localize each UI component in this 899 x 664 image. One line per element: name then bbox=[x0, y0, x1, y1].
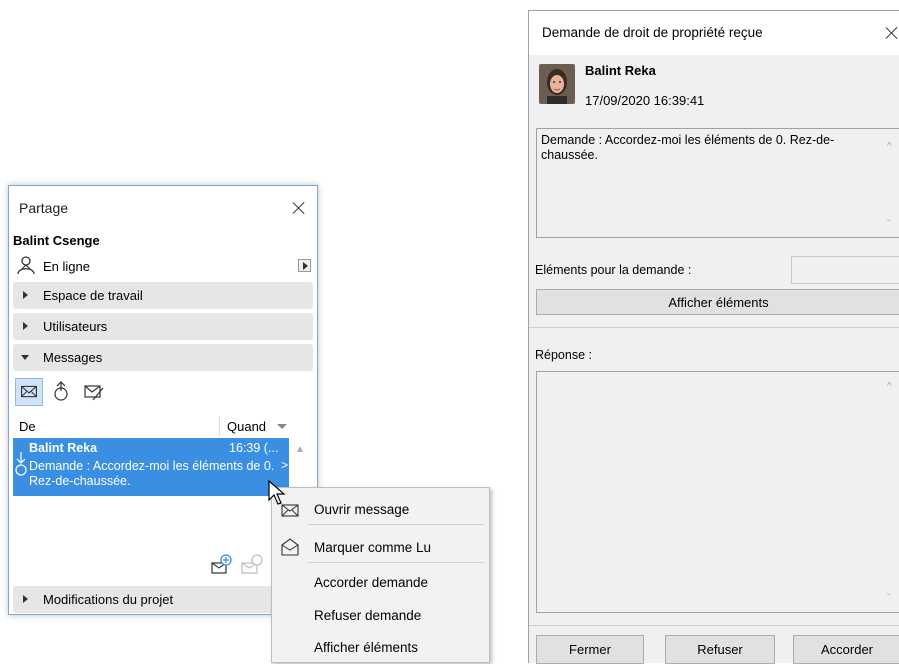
menu-item-open-message[interactable]: Ouvrir message bbox=[272, 494, 489, 524]
edit-message-icon[interactable] bbox=[79, 378, 107, 406]
menu-item-label: Ouvrir message bbox=[314, 502, 410, 517]
menu-item-label: Marquer comme Lu bbox=[314, 540, 432, 555]
menu-item-label: Afficher éléments bbox=[314, 640, 419, 655]
sender-name: Balint Reka bbox=[585, 63, 656, 78]
request-textbox: Demande : Accordez-moi les éléments de 0… bbox=[536, 128, 899, 238]
close-button[interactable]: Fermer bbox=[536, 635, 644, 664]
menu-separator bbox=[308, 562, 484, 563]
button-label: Fermer bbox=[569, 642, 611, 657]
section-label: Utilisateurs bbox=[43, 319, 108, 334]
expand-arrow-icon bbox=[23, 322, 28, 330]
scroll-down-icon[interactable]: ˇ bbox=[887, 593, 890, 604]
reply-label: Réponse : bbox=[535, 348, 592, 362]
collapse-arrow-icon bbox=[21, 355, 29, 360]
status-row: En ligne bbox=[13, 254, 313, 278]
divider bbox=[529, 327, 899, 328]
message-context-menu: Ouvrir message Marquer comme Lu Accorder… bbox=[271, 487, 490, 663]
grant-button[interactable]: Accorder bbox=[793, 635, 899, 664]
scroll-up-icon[interactable]: ^ bbox=[887, 141, 892, 152]
ownership-request-dialog: Demande de droit de propriété reçue Bali… bbox=[528, 10, 899, 664]
section-workspace[interactable]: Espace de travail bbox=[13, 282, 313, 309]
menu-item-grant-request[interactable]: Accorder demande bbox=[272, 567, 489, 597]
elements-dropdown[interactable] bbox=[791, 256, 899, 284]
sort-down-icon[interactable] bbox=[277, 424, 287, 429]
button-label: Afficher éléments bbox=[668, 295, 769, 310]
dialog-title: Demande de droit de propriété reçue bbox=[542, 25, 763, 40]
column-when[interactable]: Quand bbox=[227, 419, 266, 434]
messages-bottom-toolbar bbox=[13, 552, 313, 580]
current-user-name: Balint Csenge bbox=[13, 233, 100, 248]
inbox-envelope-icon[interactable] bbox=[15, 378, 43, 406]
scroll-up-icon[interactable]: ^ bbox=[887, 381, 892, 392]
expand-arrow-icon bbox=[23, 595, 28, 603]
message-preview: Demande : Accordez-moi les éléments de 0… bbox=[29, 459, 275, 488]
column-divider bbox=[219, 416, 220, 436]
section-label: Messages bbox=[43, 350, 103, 365]
column-from[interactable]: De bbox=[19, 419, 36, 434]
menu-item-label: Accorder demande bbox=[314, 575, 429, 590]
show-elements-button[interactable]: Afficher éléments bbox=[536, 289, 899, 315]
mouse-cursor-icon bbox=[268, 480, 286, 505]
messages-toolbar bbox=[13, 376, 313, 412]
section-label: Modifications du projet bbox=[43, 592, 174, 607]
panel-title: Partage bbox=[19, 200, 69, 216]
refuse-button[interactable]: Refuser bbox=[665, 635, 775, 664]
status-menu-arrow-icon[interactable] bbox=[298, 259, 311, 272]
status-label: En ligne bbox=[43, 259, 90, 274]
expand-arrow-icon bbox=[23, 291, 28, 299]
request-date: 17/09/2020 16:39:41 bbox=[585, 93, 705, 108]
menu-separator bbox=[308, 524, 484, 525]
close-icon[interactable] bbox=[885, 26, 899, 40]
message-row-selected[interactable]: Balint Reka 16:39 (... Demande : Accorde… bbox=[13, 438, 289, 496]
message-list-header: De Quand bbox=[13, 416, 313, 436]
user-status-icon bbox=[17, 256, 35, 275]
sender-avatar bbox=[539, 64, 575, 104]
request-text: Demande : Accordez-moi les éléments de 0… bbox=[541, 133, 835, 162]
scroll-down-icon[interactable]: ˇ bbox=[887, 219, 890, 230]
menu-item-refuse-request[interactable]: Refuser demande bbox=[272, 600, 489, 630]
section-users[interactable]: Utilisateurs bbox=[13, 313, 313, 340]
menu-item-mark-read[interactable]: Marquer comme Lu bbox=[272, 532, 489, 562]
ownership-request-icon bbox=[15, 452, 27, 476]
scroll-up-icon[interactable]: ▲ bbox=[295, 444, 305, 455]
sent-request-icon[interactable] bbox=[47, 378, 75, 406]
button-label: Accorder bbox=[820, 642, 874, 657]
read-envelope-icon bbox=[281, 538, 299, 556]
dialog-titlebar: Demande de droit de propriété reçue bbox=[529, 11, 899, 55]
section-label: Espace de travail bbox=[43, 288, 143, 303]
reply-textarea[interactable] bbox=[536, 371, 899, 613]
section-project-modifications[interactable]: Modifications du projet bbox=[13, 586, 313, 613]
chevron-right-icon: > bbox=[281, 458, 289, 472]
elements-label: Eléments pour la demande : bbox=[535, 263, 692, 277]
reply-message-icon[interactable] bbox=[239, 552, 265, 578]
menu-item-label: Refuser demande bbox=[314, 608, 422, 623]
message-time: 16:39 (... bbox=[229, 441, 279, 455]
button-label: Refuser bbox=[697, 642, 743, 657]
close-icon[interactable] bbox=[292, 201, 306, 215]
new-message-icon[interactable] bbox=[209, 552, 235, 578]
menu-item-show-elements[interactable]: Afficher éléments bbox=[272, 632, 489, 662]
divider bbox=[529, 625, 899, 626]
message-sender: Balint Reka bbox=[29, 441, 98, 455]
section-messages[interactable]: Messages bbox=[13, 344, 313, 371]
